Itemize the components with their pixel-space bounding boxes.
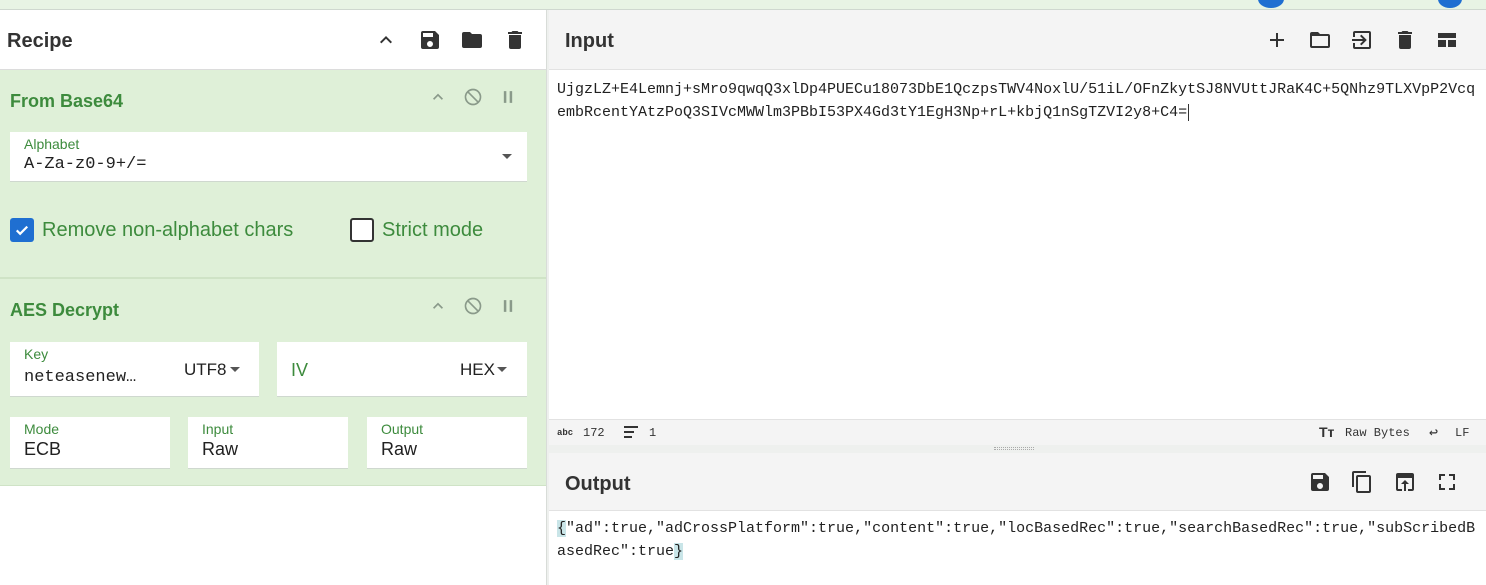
eol-return-icon[interactable]: ↩ bbox=[1429, 423, 1438, 442]
open-folder-icon[interactable] bbox=[1306, 26, 1334, 54]
mode-select[interactable]: Mode ECB bbox=[10, 417, 170, 469]
disable-operation-icon[interactable] bbox=[462, 86, 484, 108]
add-tab-plus-icon[interactable] bbox=[1263, 26, 1291, 54]
alphabet-value: A-Za-z0-9+/= bbox=[24, 155, 147, 174]
operation-aes-decrypt[interactable]: AES Decrypt Key neteasenew… UTF8 IV HEX bbox=[0, 278, 546, 486]
dropdown-caret-icon bbox=[230, 367, 240, 372]
options-gear-icon[interactable] bbox=[1258, 0, 1284, 8]
save-output-icon[interactable] bbox=[1306, 468, 1334, 496]
clear-recipe-trash-icon[interactable] bbox=[501, 26, 529, 54]
collapse-chevron-up-icon[interactable] bbox=[427, 295, 449, 317]
replace-input-with-output-icon[interactable] bbox=[1391, 468, 1419, 496]
input-textarea[interactable]: UjgzLZ+E4Lemnj+sMro9qwqQ3xlDp4PUECu18073… bbox=[557, 78, 1479, 124]
input-encoding[interactable]: Raw Bytes bbox=[1345, 426, 1410, 440]
output-textarea[interactable]: {"ad":true,"adCrossPlatform":true,"conte… bbox=[557, 517, 1479, 563]
key-encoding-dropdown[interactable]: UTF8 bbox=[164, 342, 259, 397]
help-icon[interactable] bbox=[1438, 0, 1462, 8]
strict-mode-label: Strict mode bbox=[382, 218, 484, 241]
checkbox-checked-icon[interactable] bbox=[10, 218, 34, 242]
output-header: Output bbox=[549, 453, 1486, 511]
dropdown-caret-icon bbox=[502, 154, 512, 159]
key-label: Key bbox=[24, 346, 49, 362]
input-title: Input bbox=[565, 30, 614, 52]
collapse-all-chevron-up-icon[interactable] bbox=[372, 26, 400, 54]
recipe-header: Recipe bbox=[0, 10, 546, 70]
operation-title: From Base64 bbox=[10, 91, 124, 111]
iv-label: IV bbox=[291, 360, 309, 380]
remove-non-alphabet-checkbox[interactable]: Remove non-alphabet chars bbox=[10, 218, 293, 242]
open-file-input-icon[interactable] bbox=[1348, 26, 1376, 54]
resize-grip[interactable] bbox=[994, 447, 1034, 450]
dropdown-caret-icon bbox=[497, 367, 507, 372]
top-nav-strip bbox=[0, 0, 1486, 10]
output-format-select[interactable]: Output Raw bbox=[367, 417, 527, 469]
alphabet-label: Alphabet bbox=[24, 136, 80, 152]
key-encoding-value: UTF8 bbox=[184, 360, 227, 379]
recipe-title: Recipe bbox=[7, 30, 73, 52]
breakpoint-pause-icon[interactable] bbox=[497, 295, 519, 317]
reset-layout-icon[interactable] bbox=[1433, 26, 1461, 54]
save-recipe-icon[interactable] bbox=[416, 26, 444, 54]
operation-title: AES Decrypt bbox=[10, 300, 120, 320]
input-header: Input bbox=[549, 10, 1486, 70]
strict-mode-checkbox[interactable]: Strict mode bbox=[350, 218, 483, 242]
input-status-bar: abc 172 1 Tт Raw Bytes ↩ LF bbox=[549, 419, 1486, 445]
clear-input-trash-icon[interactable] bbox=[1391, 26, 1419, 54]
key-value: neteasenew… bbox=[24, 368, 137, 387]
operation-from-base64[interactable]: From Base64 Alphabet A-Za-z0-9+/= Remove… bbox=[0, 70, 546, 278]
iv-encoding-value: HEX bbox=[460, 360, 495, 379]
input-format-value: Raw bbox=[202, 439, 239, 459]
line-count-icon bbox=[623, 425, 639, 443]
io-panel: Input UjgzLZ+E4Lemnj+sMro9qwqQ3xlDp4PUEC… bbox=[549, 10, 1486, 585]
load-recipe-folder-icon[interactable] bbox=[458, 26, 486, 54]
input-text: UjgzLZ+E4Lemnj+sMro9qwqQ3xlDp4PUECu18073… bbox=[557, 81, 1476, 121]
line-count: 1 bbox=[649, 426, 657, 440]
output-format-label: Output bbox=[381, 421, 424, 437]
text-cursor bbox=[1188, 104, 1190, 121]
disable-operation-icon[interactable] bbox=[462, 295, 484, 317]
output-format-value: Raw bbox=[381, 439, 418, 459]
input-format-select[interactable]: Input Raw bbox=[188, 417, 348, 469]
collapse-chevron-up-icon[interactable] bbox=[427, 86, 449, 108]
recipe-panel: Recipe From Base64 Alphabet A-Za-z0-9+/= bbox=[0, 10, 546, 585]
text-encoding-icon[interactable]: Tт bbox=[1319, 424, 1334, 440]
breakpoint-pause-icon[interactable] bbox=[497, 86, 519, 108]
maximise-output-icon[interactable] bbox=[1433, 468, 1461, 496]
output-text: "ad":true,"adCrossPlatform":true,"conten… bbox=[557, 520, 1476, 560]
mode-value: ECB bbox=[24, 439, 62, 459]
output-close-brace: } bbox=[674, 543, 684, 560]
alphabet-select[interactable]: Alphabet A-Za-z0-9+/= bbox=[10, 132, 527, 182]
char-count: 172 bbox=[583, 426, 605, 440]
char-count-icon: abc bbox=[557, 428, 574, 438]
io-resize-divider[interactable] bbox=[549, 445, 1486, 453]
input-format-label: Input bbox=[202, 421, 234, 437]
copy-output-icon[interactable] bbox=[1348, 468, 1376, 496]
remove-non-alphabet-label: Remove non-alphabet chars bbox=[42, 218, 294, 241]
mode-label: Mode bbox=[24, 421, 60, 437]
iv-encoding-dropdown[interactable]: HEX bbox=[437, 342, 527, 397]
checkbox-unchecked-icon[interactable] bbox=[350, 218, 374, 242]
iv-input[interactable]: IV bbox=[277, 342, 437, 397]
output-open-brace: { bbox=[557, 520, 567, 537]
input-eol[interactable]: LF bbox=[1455, 426, 1469, 440]
output-title: Output bbox=[565, 473, 631, 495]
key-input[interactable]: Key neteasenew… bbox=[10, 342, 164, 397]
